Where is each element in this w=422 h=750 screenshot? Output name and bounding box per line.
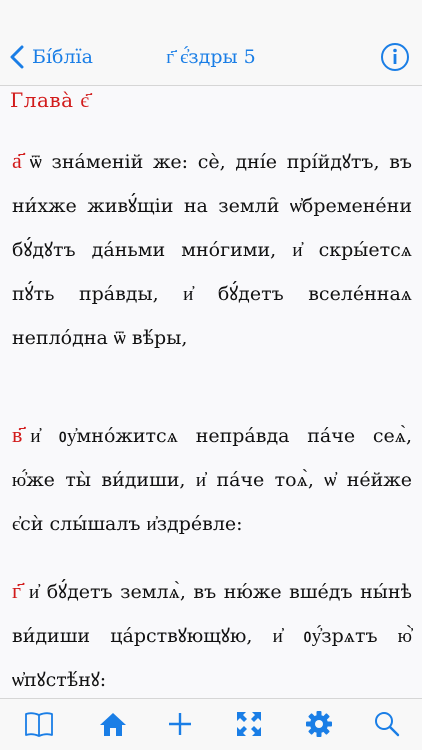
- info-icon: [381, 43, 409, 71]
- chapter-content[interactable]: Глава̀ є҃ а҃ ѿ зна́меній же: сѐ, дні́е пр…: [0, 86, 422, 698]
- home-button[interactable]: [96, 709, 130, 739]
- chapter-heading: Глава̀ є҃: [10, 88, 90, 112]
- verse-1[interactable]: а҃ ѿ зна́меній же: сѐ, дні́е прі́йдꙋтъ, в…: [12, 140, 412, 360]
- verse-2[interactable]: в҃ и҆ ᲂу҆мно́житсѧ непра́вда па́че сеѧ̀, …: [12, 414, 412, 546]
- search-button[interactable]: [370, 709, 404, 739]
- home-icon: [100, 713, 126, 736]
- fullscreen-icon: [237, 712, 261, 736]
- bottom-toolbar: [0, 698, 422, 750]
- search-icon: [375, 712, 400, 737]
- settings-button[interactable]: [302, 709, 336, 739]
- fullscreen-button[interactable]: [232, 709, 266, 739]
- verse-text: и҆ бꙋ́детъ землѧ̀, въ ню́же вше́дъ ны́нѣ…: [12, 581, 412, 691]
- navigation-bar: Бі́блїа г҃ є҆́здры 5: [0, 0, 422, 86]
- verse-number: в҃: [12, 423, 23, 448]
- book-icon: [25, 712, 53, 737]
- verse-text: и҆ ᲂу҆мно́житсѧ непра́вда па́че сеѧ̀, ю҆…: [12, 425, 412, 535]
- gear-icon: [306, 711, 332, 737]
- verse-3[interactable]: г҃ и҆ бꙋ́детъ землѧ̀, въ ню́же вше́дъ ны́…: [12, 570, 412, 698]
- bookmarks-button[interactable]: [22, 709, 56, 739]
- add-bookmark-button[interactable]: [163, 709, 197, 739]
- info-button[interactable]: [380, 42, 410, 72]
- back-button-label: Бі́блїа: [32, 46, 93, 68]
- back-button[interactable]: Бі́блїа: [10, 40, 93, 74]
- verse-number: а҃: [12, 149, 22, 174]
- chevron-left-icon: [10, 45, 24, 69]
- add-icon: [169, 713, 191, 735]
- verse-text: ѿ зна́меній же: сѐ, дні́е прі́йдꙋтъ, въ …: [12, 151, 412, 349]
- verse-number: г҃: [12, 579, 22, 604]
